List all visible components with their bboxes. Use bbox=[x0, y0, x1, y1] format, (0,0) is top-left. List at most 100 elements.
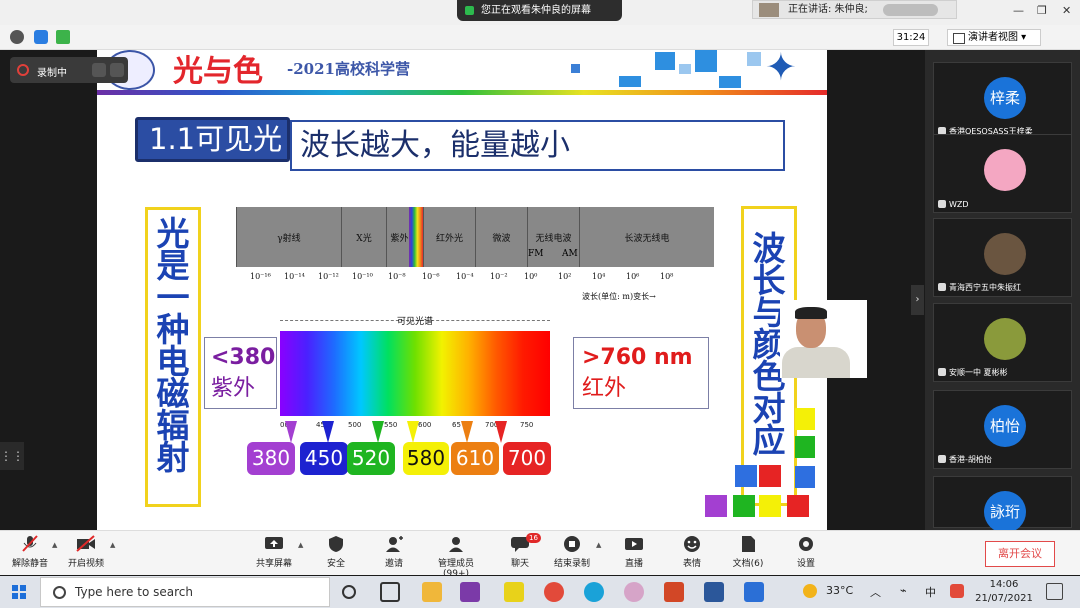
tick-label: 10⁻¹⁶ bbox=[250, 272, 271, 281]
share-screen-button[interactable]: 共享屏幕 bbox=[244, 535, 304, 569]
video-options-caret[interactable]: ▲ bbox=[110, 541, 115, 549]
close-icon[interactable]: ✕ bbox=[1062, 4, 1071, 17]
deco-square bbox=[571, 64, 580, 73]
side-grip-icon[interactable]: ⋮⋮ bbox=[0, 442, 24, 470]
speaker-hair bbox=[795, 307, 827, 319]
participant-name: WZD bbox=[938, 200, 969, 209]
ir-info-box: >760 nm 红外 bbox=[573, 337, 709, 409]
onenote-icon[interactable] bbox=[460, 582, 480, 602]
participant-gallery: 梓柔 香港QESOSASS王梓柔 WZD 青海西宁五中朱振红 安顺一中 夏彬彬柏怡香港-… bbox=[925, 50, 1080, 533]
powerpoint-icon[interactable] bbox=[664, 582, 684, 602]
documents-label: 文档(6) bbox=[732, 559, 764, 569]
share-icon bbox=[465, 6, 474, 15]
recording-bar: 录制中 bbox=[10, 57, 128, 83]
network-icon[interactable]: ⌁ bbox=[900, 584, 907, 597]
live-icon bbox=[625, 538, 643, 550]
participant-name: 安顺一中 夏彬彬 bbox=[938, 367, 1008, 378]
notification-icon[interactable] bbox=[1046, 583, 1063, 600]
word-icon[interactable] bbox=[704, 582, 724, 602]
cortana-icon[interactable] bbox=[342, 585, 356, 599]
share-banner[interactable]: 您正在观看朱仲良的屏幕 bbox=[457, 0, 622, 21]
temperature[interactable]: 33°C bbox=[826, 584, 853, 597]
unmute-label: 解除静音 bbox=[11, 559, 48, 569]
color-pointer bbox=[495, 421, 507, 443]
participant-tile[interactable]: 安顺一中 夏彬彬 bbox=[933, 303, 1072, 382]
participant-tile[interactable]: WZD bbox=[933, 134, 1072, 213]
participant-tile[interactable]: 詠珩 bbox=[933, 476, 1072, 533]
live-button[interactable]: 直播 bbox=[604, 535, 664, 569]
stop-recording-button[interactable] bbox=[110, 63, 124, 77]
color-pointer bbox=[407, 421, 419, 443]
add-user-icon bbox=[386, 536, 403, 552]
participant-tile[interactable]: 柏怡香港-胡柏怡 bbox=[933, 390, 1072, 469]
manage-participants-button[interactable]: 管理成员(99+) bbox=[426, 535, 486, 579]
stop-record-icon bbox=[564, 536, 580, 552]
meeting-toolbar: 31:24 演讲者视图 ▾ bbox=[0, 25, 1080, 50]
segment-label: 无线电波 bbox=[535, 234, 572, 244]
taskbar-search[interactable]: Type here to search bbox=[40, 577, 330, 607]
chrome-icon[interactable] bbox=[544, 582, 564, 602]
speaker-video bbox=[780, 300, 867, 378]
deco-square bbox=[735, 465, 757, 487]
chat-button[interactable]: 16 聊天 bbox=[490, 533, 550, 569]
color-pointer bbox=[372, 421, 384, 443]
edge-icon[interactable] bbox=[584, 582, 604, 602]
taskbar-clock[interactable]: 14:06 21/07/2021 bbox=[975, 578, 1033, 606]
reactions-button[interactable]: 表情 bbox=[662, 535, 722, 569]
weather-icon[interactable] bbox=[803, 584, 817, 598]
meeting-controls: 解除静音 ▲ 开启视频 ▲ 共享屏幕 ▲ 安全 邀请 管理成员(99+) 16 聊… bbox=[0, 530, 1080, 579]
tick-label: 10⁻¹² bbox=[318, 272, 339, 281]
fm-label: FM bbox=[528, 249, 544, 259]
meeting-app-icon[interactable] bbox=[744, 582, 764, 602]
mic-off-icon bbox=[22, 535, 38, 552]
tick-label: 10⁴ bbox=[592, 272, 606, 281]
minimize-icon[interactable]: — bbox=[1013, 4, 1024, 17]
deco-square bbox=[619, 76, 641, 87]
star-icon: ✦ bbox=[765, 50, 797, 89]
settings-button[interactable]: 设置 bbox=[776, 535, 836, 569]
color-pointer bbox=[285, 421, 297, 443]
speaking-text: 正在讲话: 朱仲良; bbox=[788, 4, 868, 15]
share-options-caret[interactable]: ▲ bbox=[298, 541, 303, 549]
invite-button[interactable]: 邀请 bbox=[364, 535, 424, 569]
unmute-button[interactable]: 解除静音 bbox=[0, 535, 60, 569]
participant-tile[interactable]: 青海西宁五中朱振红 bbox=[933, 218, 1072, 297]
gear-icon bbox=[799, 537, 813, 551]
spectrum-ticks: 10⁻¹⁶ 10⁻¹⁴ 10⁻¹² 10⁻¹⁰ 10⁻⁸ 10⁻⁶ 10⁻⁴ 1… bbox=[236, 272, 714, 286]
file-explorer-icon[interactable] bbox=[422, 582, 442, 602]
ime-icon[interactable] bbox=[950, 584, 964, 598]
tick-label: 10⁻⁴ bbox=[456, 272, 474, 281]
documents-button[interactable]: 文档(6) bbox=[718, 535, 778, 569]
visible-band-stripe bbox=[409, 207, 423, 267]
emoji-icon bbox=[684, 536, 700, 552]
leave-meeting-button[interactable]: 离开会议 bbox=[985, 541, 1055, 567]
deco-square bbox=[747, 52, 761, 66]
tray-expand-icon[interactable]: ︿ bbox=[870, 584, 881, 600]
participant-avatar: 柏怡 bbox=[984, 405, 1026, 447]
sticky-notes-icon[interactable] bbox=[504, 582, 524, 602]
participant-name: 青海西宁五中朱振红 bbox=[938, 282, 1021, 293]
info-icon[interactable] bbox=[10, 30, 24, 44]
segment-label: 微波 bbox=[492, 234, 511, 244]
tick-label: 10⁻¹⁴ bbox=[284, 272, 305, 281]
pause-recording-button[interactable] bbox=[92, 63, 106, 77]
view-mode-button[interactable]: 演讲者视图 ▾ bbox=[947, 29, 1041, 46]
task-view-icon[interactable] bbox=[380, 582, 400, 602]
collapse-panel-button[interactable]: › bbox=[911, 285, 924, 315]
start-video-button[interactable]: 开启视频 bbox=[56, 535, 116, 569]
end-recording-button[interactable]: 结束录制 bbox=[542, 535, 602, 569]
shield-icon[interactable] bbox=[34, 30, 48, 44]
signal-icon[interactable] bbox=[56, 30, 70, 44]
input-language[interactable]: 中 bbox=[925, 584, 936, 600]
record-options-caret[interactable]: ▲ bbox=[596, 541, 601, 549]
reactions-label: 表情 bbox=[682, 559, 701, 569]
maximize-icon[interactable]: ❐ bbox=[1037, 4, 1047, 17]
participant-name-text: 香港-胡柏怡 bbox=[949, 455, 992, 464]
security-button[interactable]: 安全 bbox=[306, 535, 366, 569]
share-screen-icon bbox=[265, 537, 283, 549]
app-icon[interactable] bbox=[624, 582, 644, 602]
windows-start-icon[interactable] bbox=[12, 585, 26, 599]
participant-tile[interactable]: 梓柔 香港QESOSASS王梓柔 bbox=[933, 62, 1072, 141]
uv-range: <380 bbox=[211, 345, 276, 370]
ir-label: 红外 bbox=[582, 376, 627, 401]
